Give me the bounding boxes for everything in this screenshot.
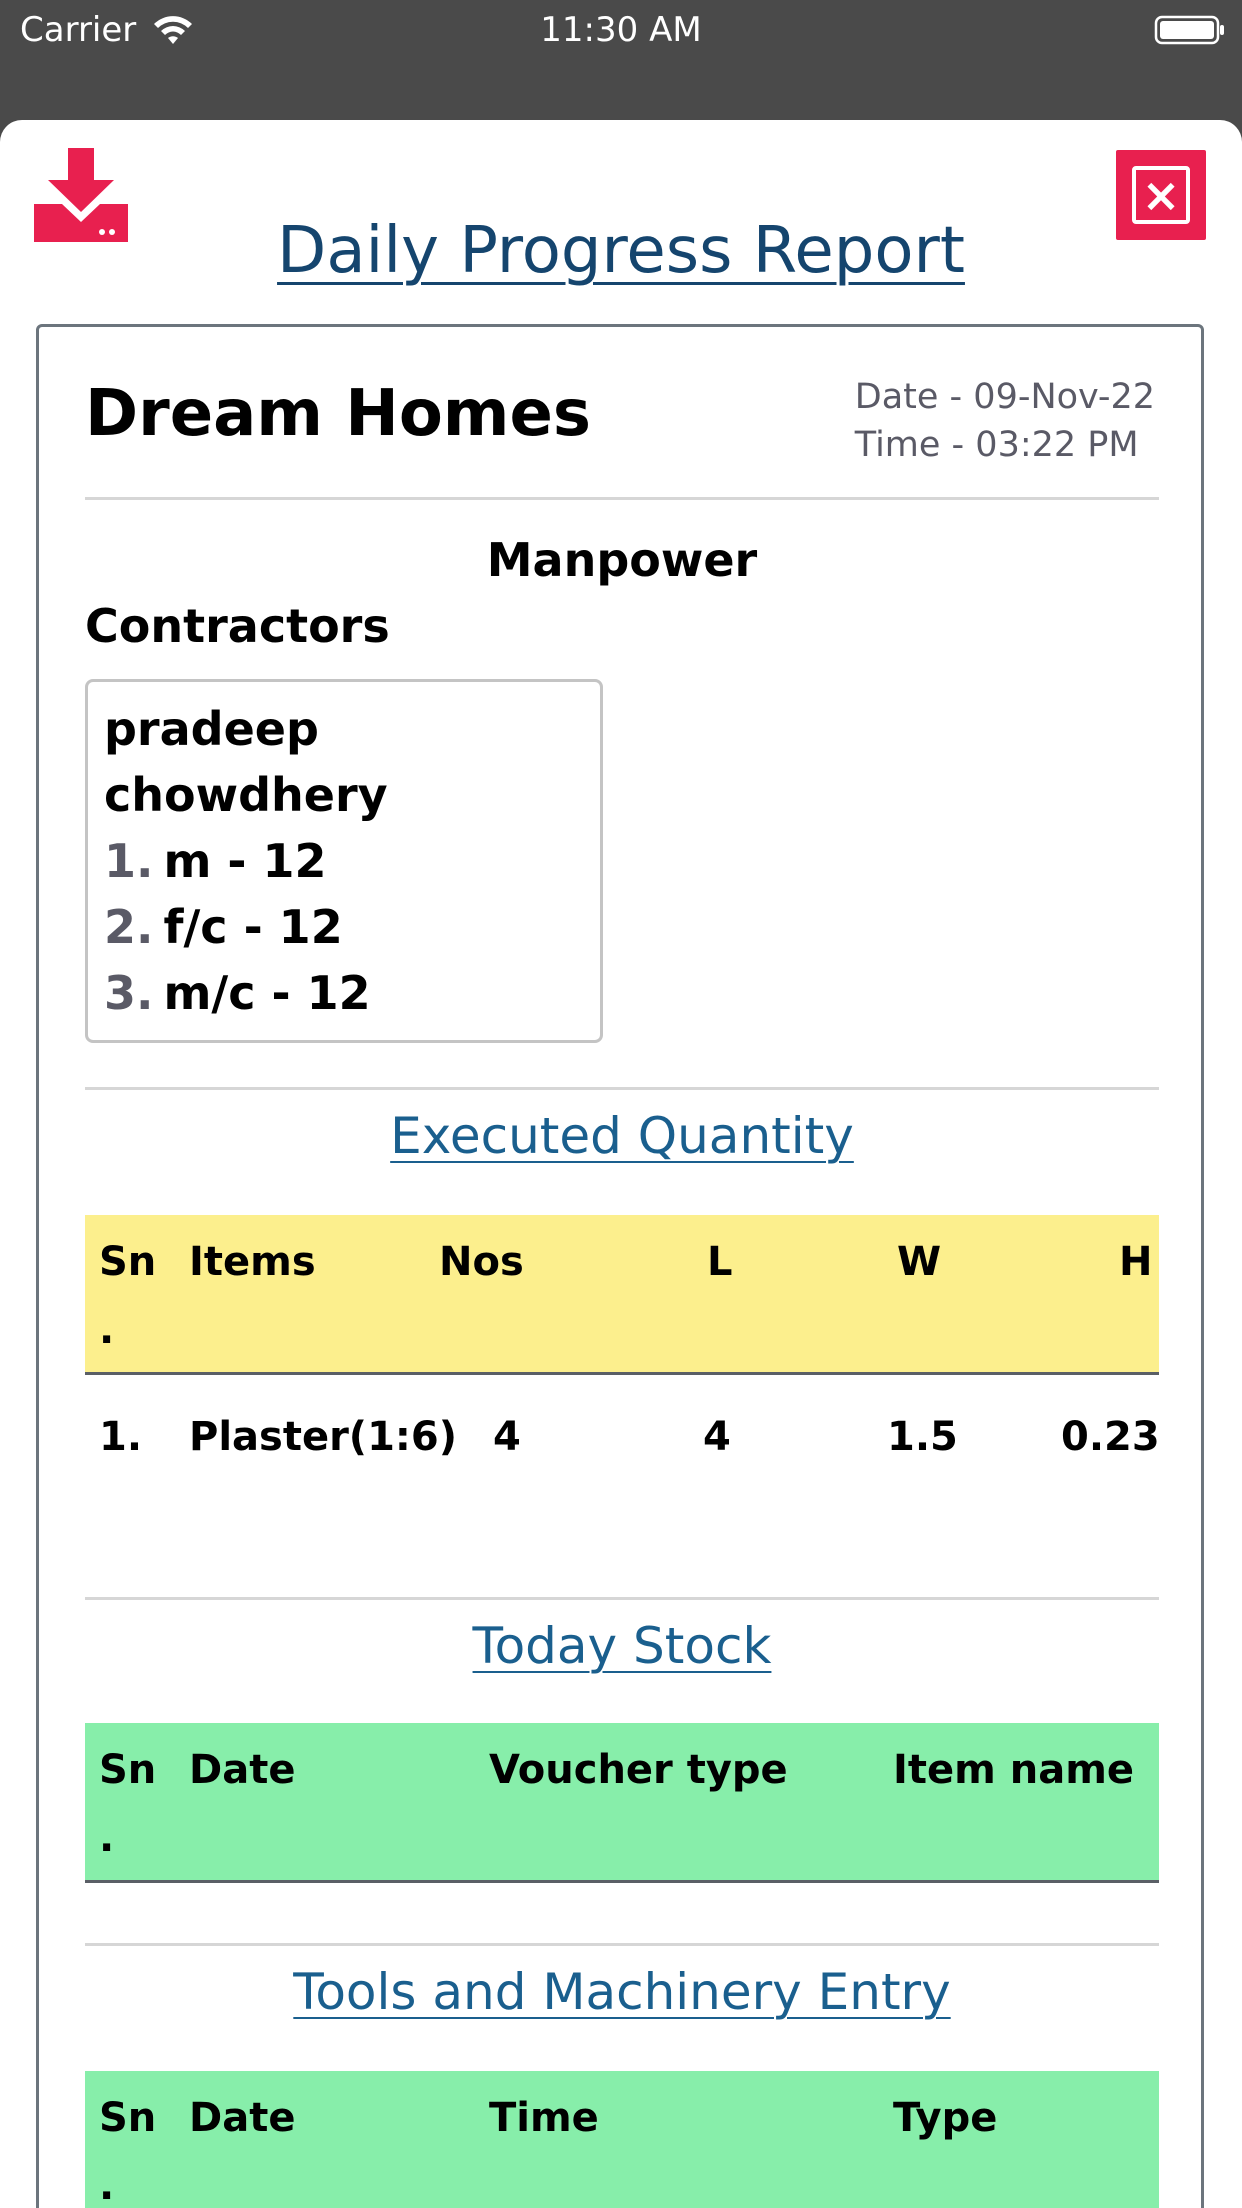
tools-machinery-table: Sn . Date Time Type bbox=[85, 2071, 1159, 2208]
cell-item: Plaster(1:6) bbox=[189, 1414, 458, 1460]
divider bbox=[85, 1597, 1159, 1600]
executed-quantity-table: Sn . Items Nos L W H 1. Plaster(1:6) 4 4… bbox=[85, 1215, 1160, 1595]
report-card: Dream Homes Date - 09-Nov-22 Time - 03:2… bbox=[36, 324, 1204, 2208]
contractor-card: pradeep chowdhery 1. m - 12 2. f/c - 12 3.… bbox=[85, 679, 603, 1043]
col-sn: Sn bbox=[99, 1239, 157, 1285]
report-modal: × Daily Progress Report Dream Homes Date… bbox=[0, 120, 1242, 2208]
manpower-item-number: 3. bbox=[104, 966, 154, 1020]
tools-machinery-link[interactable]: Tools and Machinery Entry bbox=[85, 1963, 1159, 2021]
col-w: W bbox=[897, 1239, 942, 1285]
table-header: Sn . Date Voucher type Item name bbox=[85, 1723, 1159, 1883]
table-row: 1. Plaster(1:6) 4 4 1.5 0.23 bbox=[85, 1375, 1160, 1595]
cell-h: 0.23 bbox=[1061, 1414, 1160, 1460]
contractors-label: Contractors bbox=[85, 599, 390, 653]
battery-icon bbox=[1154, 15, 1224, 45]
contractor-name: pradeep chowdhery bbox=[104, 702, 388, 822]
executed-quantity-link[interactable]: Executed Quantity bbox=[85, 1107, 1159, 1165]
divider bbox=[85, 1087, 1159, 1090]
cell-w: 1.5 bbox=[887, 1414, 958, 1460]
col-voucher-type: Voucher type bbox=[489, 1747, 788, 1793]
manpower-title: Manpower bbox=[486, 533, 758, 587]
manpower-item-text: f/c - 12 bbox=[163, 900, 343, 954]
col-time: Time bbox=[489, 2095, 599, 2141]
project-name: Dream Homes bbox=[85, 377, 591, 451]
col-l: L bbox=[707, 1239, 733, 1285]
col-sn-dot: . bbox=[99, 2163, 115, 2208]
col-date: Date bbox=[189, 1747, 296, 1793]
col-sn: Sn bbox=[99, 2095, 157, 2141]
col-sn: Sn bbox=[99, 1747, 157, 1793]
cell-l: 4 bbox=[703, 1414, 731, 1460]
col-sn-dot: . bbox=[99, 1815, 115, 1861]
cell-sn: 1. bbox=[99, 1414, 143, 1460]
report-title: Daily Progress Report bbox=[277, 214, 965, 288]
report-time: Time - 03:22 PM bbox=[854, 425, 1139, 465]
col-item-name: Item name bbox=[893, 1747, 1135, 1793]
col-sn-dot: . bbox=[99, 1307, 115, 1353]
manpower-item: 1. m - 12 bbox=[104, 828, 600, 894]
status-bar: Carrier 11:30 AM bbox=[0, 0, 1242, 62]
col-items: Items bbox=[189, 1239, 316, 1285]
today-stock-table: Sn . Date Voucher type Item name bbox=[85, 1723, 1159, 1883]
report-date: Date - 09-Nov-22 bbox=[854, 377, 1155, 417]
manpower-item: 3. m/c - 12 bbox=[104, 960, 600, 1026]
col-h: H bbox=[1119, 1239, 1153, 1285]
manpower-item: 2. f/c - 12 bbox=[104, 894, 600, 960]
cell-nos: 4 bbox=[493, 1414, 521, 1460]
clock: 11:30 AM bbox=[540, 10, 702, 50]
manpower-item-number: 1. bbox=[104, 834, 154, 888]
divider bbox=[85, 497, 1159, 500]
report-datetime: Date - 09-Nov-22 Time - 03:22 PM bbox=[855, 373, 1155, 469]
manpower-item-text: m - 12 bbox=[163, 834, 327, 888]
col-type: Type bbox=[893, 2095, 998, 2141]
col-date: Date bbox=[189, 2095, 296, 2141]
table-header: Sn . Items Nos L W H bbox=[85, 1215, 1159, 1375]
divider bbox=[85, 1943, 1159, 1946]
col-nos: Nos bbox=[439, 1239, 524, 1285]
manpower-item-text: m/c - 12 bbox=[163, 966, 371, 1020]
today-stock-link[interactable]: Today Stock bbox=[85, 1617, 1159, 1675]
manpower-item-number: 2. bbox=[104, 900, 154, 954]
table-header: Sn . Date Time Type bbox=[85, 2071, 1159, 2208]
